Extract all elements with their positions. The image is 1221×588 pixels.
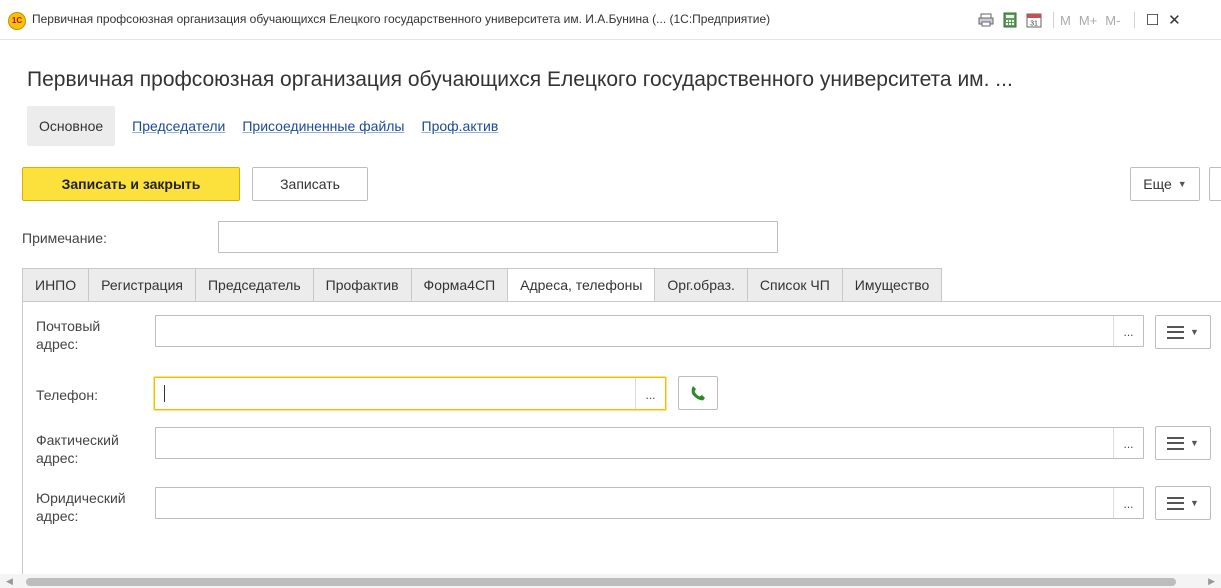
save-button[interactable]: Записать bbox=[252, 167, 368, 201]
memory-minus-button[interactable]: M- bbox=[1105, 13, 1120, 28]
calculator-icon[interactable] bbox=[999, 10, 1021, 30]
hamburger-icon bbox=[1167, 496, 1185, 510]
tab-form4sp[interactable]: Форма4СП bbox=[410, 268, 508, 302]
postal-address-label: Почтовый адрес: bbox=[36, 317, 100, 353]
toolbar-separator bbox=[1053, 12, 1054, 28]
tab-addresses-phones[interactable]: Адреса, телефоны bbox=[507, 268, 655, 302]
tab-chairman[interactable]: Председатель bbox=[194, 268, 313, 302]
postal-address-label-line2: адрес: bbox=[36, 336, 79, 352]
scroll-right-icon[interactable]: ▶ bbox=[1208, 576, 1215, 587]
save-and-close-button[interactable]: Записать и закрыть bbox=[22, 167, 240, 201]
legal-address-select-button[interactable]: ... bbox=[1113, 488, 1143, 518]
scrollbar-thumb[interactable] bbox=[26, 578, 1176, 586]
svg-text:31: 31 bbox=[1030, 21, 1038, 28]
postal-address-label-line1: Почтовый bbox=[36, 318, 101, 334]
page-tabs: ИНПО Регистрация Председатель Профактив … bbox=[22, 268, 943, 302]
phone-call-button[interactable] bbox=[678, 376, 718, 410]
actual-address-label: Фактический адрес: bbox=[36, 431, 119, 467]
section-main[interactable]: Основное bbox=[27, 106, 116, 146]
postal-address-input[interactable]: ... bbox=[155, 315, 1144, 347]
section-chairmen-link[interactable]: Председатели bbox=[132, 118, 225, 134]
print-icon[interactable] bbox=[975, 10, 997, 30]
tab-org-edu[interactable]: Орг.образ. bbox=[654, 268, 747, 302]
postal-address-select-button[interactable]: ... bbox=[1113, 316, 1143, 346]
tab-chp-list[interactable]: Список ЧП bbox=[746, 268, 842, 302]
postal-address-menu-button[interactable]: ▼ bbox=[1155, 315, 1211, 349]
titlebar-tools: 31 M M+ M- ☐ ✕ bbox=[975, 10, 1185, 30]
actual-address-input[interactable]: ... bbox=[155, 427, 1144, 459]
tab-profaktiv[interactable]: Профактив bbox=[312, 268, 411, 302]
phone-label: Телефон: bbox=[36, 387, 98, 403]
hamburger-icon bbox=[1167, 325, 1185, 339]
legal-address-menu-button[interactable]: ▼ bbox=[1155, 486, 1211, 520]
memory-plus-button[interactable]: M+ bbox=[1079, 13, 1097, 28]
restore-button[interactable]: ☐ bbox=[1141, 10, 1163, 30]
section-nav: Основное Председатели Присоединенные фай… bbox=[27, 106, 498, 146]
toolbar-separator bbox=[1134, 12, 1136, 28]
window-titlebar: 1С Первичная профсоюзная организация обу… bbox=[0, 0, 1221, 40]
legal-address-label-line1: Юридический bbox=[36, 490, 126, 506]
app-logo-icon: 1С bbox=[8, 12, 26, 30]
more-label: Еще bbox=[1143, 176, 1172, 192]
phone-select-button[interactable]: ... bbox=[635, 378, 665, 409]
legal-address-input[interactable]: ... bbox=[155, 487, 1144, 519]
legal-address-label: Юридический адрес: bbox=[36, 489, 126, 525]
chevron-down-icon: ▼ bbox=[1190, 327, 1199, 337]
help-button[interactable] bbox=[1209, 167, 1221, 201]
phone-icon bbox=[691, 386, 705, 401]
phone-input[interactable]: ... bbox=[154, 377, 666, 410]
note-input[interactable] bbox=[218, 221, 778, 253]
section-attached-files-link[interactable]: Присоединенные файлы bbox=[242, 118, 404, 134]
more-button[interactable]: Еще ▼ bbox=[1130, 167, 1200, 201]
section-prof-aktiv-link[interactable]: Проф.актив bbox=[422, 118, 499, 134]
actual-address-label-line1: Фактический bbox=[36, 432, 119, 448]
tab-property[interactable]: Имущество bbox=[841, 268, 943, 302]
horizontal-scrollbar[interactable]: ◀ ▶ bbox=[0, 574, 1221, 588]
text-caret bbox=[164, 385, 165, 402]
note-label: Примечание: bbox=[22, 230, 107, 246]
chevron-down-icon: ▼ bbox=[1190, 438, 1199, 448]
tab-registration[interactable]: Регистрация bbox=[88, 268, 195, 302]
memory-button[interactable]: M bbox=[1060, 13, 1071, 28]
close-button[interactable]: ✕ bbox=[1163, 10, 1185, 30]
calendar-icon[interactable]: 31 bbox=[1023, 10, 1045, 30]
actual-address-select-button[interactable]: ... bbox=[1113, 428, 1143, 458]
actual-address-menu-button[interactable]: ▼ bbox=[1155, 426, 1211, 460]
hamburger-icon bbox=[1167, 436, 1185, 450]
window-title: Первичная профсоюзная организация обучаю… bbox=[32, 12, 771, 26]
page-title: Первичная профсоюзная организация обучаю… bbox=[27, 68, 1013, 91]
chevron-down-icon: ▼ bbox=[1177, 179, 1187, 189]
actual-address-label-line2: адрес: bbox=[36, 450, 79, 466]
scroll-left-icon[interactable]: ◀ bbox=[6, 576, 13, 587]
chevron-down-icon: ▼ bbox=[1190, 498, 1199, 508]
legal-address-label-line2: адрес: bbox=[36, 508, 79, 524]
tab-inpo[interactable]: ИНПО bbox=[22, 268, 89, 302]
